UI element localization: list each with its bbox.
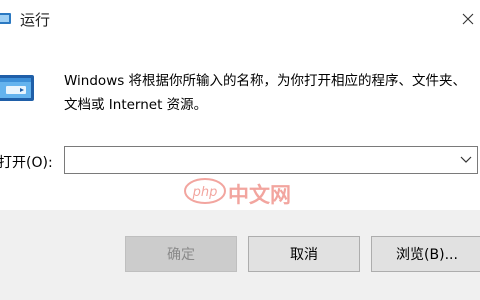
ok-button[interactable]: 确定: [125, 236, 237, 272]
title-bar: 运行: [0, 0, 480, 38]
run-dialog-icon: [0, 75, 34, 101]
close-icon: [462, 13, 474, 25]
close-button[interactable]: [456, 0, 480, 38]
cancel-button[interactable]: 取消: [248, 236, 360, 272]
dialog-body: Windows 将根据你所输入的名称，为你打开相应的程序、文件夹、文档或 Int…: [0, 38, 480, 210]
browse-button[interactable]: 浏览(B)...: [371, 236, 480, 272]
watermark-logo: php 中文网: [184, 176, 296, 208]
watermark-text: 中文网: [228, 183, 291, 207]
run-app-icon: [0, 13, 11, 24]
dialog-footer: 确定 取消 浏览(B)...: [0, 210, 480, 300]
php-logo-icon: php: [184, 178, 226, 204]
open-combobox[interactable]: [64, 146, 478, 174]
chevron-down-icon[interactable]: [459, 154, 473, 166]
watermark-php-text: php: [192, 185, 218, 200]
open-input[interactable]: [65, 147, 457, 173]
window-title: 运行: [20, 11, 51, 29]
open-label: 打开(O):: [0, 155, 53, 171]
dialog-description: Windows 将根据你所输入的名称，为你打开相应的程序、文件夹、文档或 Int…: [64, 73, 467, 113]
